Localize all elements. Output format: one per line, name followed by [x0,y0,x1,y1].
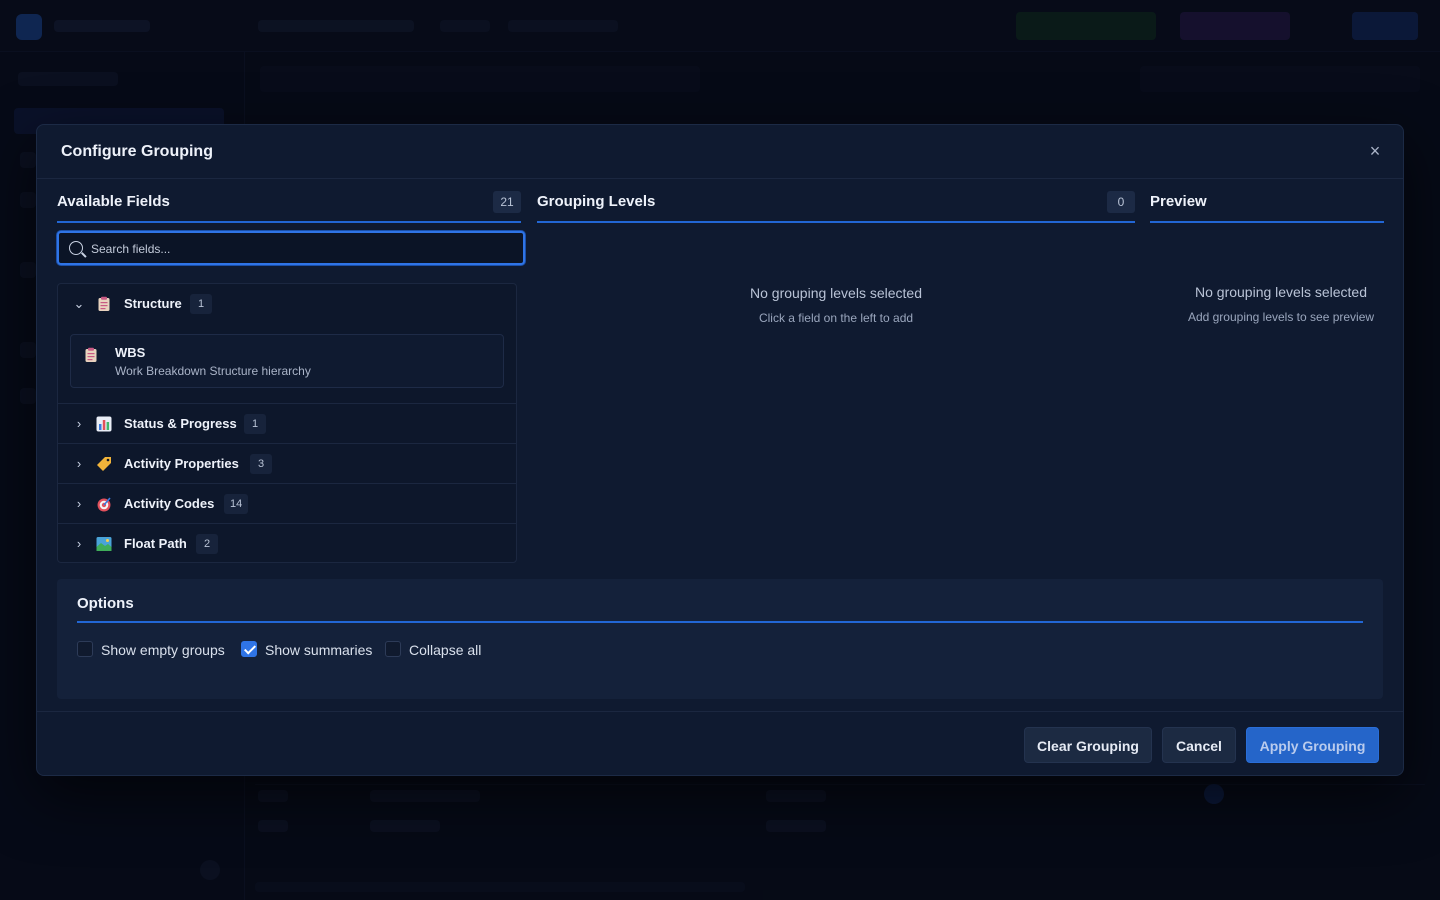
field-description: Work Breakdown Structure hierarchy [115,364,311,378]
chevron-down-icon[interactable]: ⌄ [72,297,86,311]
preview-empty-subtitle: Add grouping levels to see preview [1187,310,1375,324]
group-label: Float Path [124,536,187,551]
preview-empty-title: No grouping levels selected [1195,284,1367,300]
available-fields-count: 21 [493,191,521,213]
checkbox-label: Show empty groups [101,642,225,658]
preview-header: Preview [1150,179,1384,223]
clipboard-icon [96,296,112,312]
collapse-all-checkbox[interactable]: Collapse all [385,639,485,659]
group-count: 1 [244,414,266,434]
show-summaries-checkbox[interactable]: Show summaries [241,639,373,659]
checkbox-box[interactable] [77,641,93,657]
apply-grouping-button[interactable]: Apply Grouping [1246,727,1379,763]
field-item-wbs[interactable]: WBS Work Breakdown Structure hierarchy [70,334,504,388]
chevron-right-icon[interactable]: › [72,417,86,431]
configure-grouping-dialog: Configure Grouping × Available Fields 21… [36,124,1404,776]
group-status-progress[interactable]: › Status & Progress 1 [58,404,516,444]
grouping-levels-count: 0 [1107,191,1135,213]
clipboard-icon [83,347,99,363]
group-label: Structure [124,296,182,311]
dialog-title: Configure Grouping [61,143,213,160]
group-count: 1 [190,294,212,314]
grouping-levels-header: Grouping Levels 0 [537,179,1135,223]
search-field-wrapper [57,231,525,265]
bar-chart-icon [96,416,112,432]
group-label: Activity Properties [124,456,239,471]
group-count: 3 [250,454,272,474]
show-empty-groups-checkbox[interactable]: Show empty groups [77,639,227,659]
checkbox-box[interactable] [241,641,257,657]
group-label: Status & Progress [124,416,237,431]
group-count: 14 [224,494,249,514]
tag-icon [96,456,112,472]
grouping-levels-title: Grouping Levels [537,193,656,210]
landscape-icon [96,536,112,552]
options-panel: Options Show empty groups Show summaries… [57,579,1383,699]
options-title: Options [77,595,134,612]
field-name: WBS [115,345,146,360]
field-group-list: ⌄ Structure 1 WBS Work Breakdown Structu… [57,283,517,563]
checkbox-box[interactable] [385,641,401,657]
cancel-button[interactable]: Cancel [1162,727,1236,763]
chevron-right-icon[interactable]: › [72,457,86,471]
chevron-right-icon[interactable]: › [72,497,86,511]
options-divider [77,621,1363,623]
clear-grouping-button[interactable]: Clear Grouping [1024,727,1152,763]
available-fields-header: Available Fields 21 [57,179,521,223]
group-float-path[interactable]: › Float Path 2 [58,524,516,564]
grouping-levels-empty-title: No grouping levels selected [750,285,922,301]
preview-title: Preview [1150,193,1207,210]
available-fields-title: Available Fields [57,193,170,210]
dialog-footer: Clear Grouping Cancel Apply Grouping [37,711,1403,775]
search-input[interactable] [91,239,511,259]
search-icon [69,241,83,255]
group-activity-properties[interactable]: › Activity Properties 3 [58,444,516,484]
checkbox-label: Show summaries [265,642,373,658]
group-count: 2 [196,534,218,554]
target-icon [96,496,112,512]
chevron-right-icon[interactable]: › [72,537,86,551]
checkbox-label: Collapse all [409,642,482,658]
dialog-header: Configure Grouping × [37,125,1403,179]
group-activity-codes[interactable]: › Activity Codes 14 [58,484,516,524]
close-icon[interactable]: × [1365,141,1385,161]
group-structure[interactable]: ⌄ Structure 1 WBS Work Breakdown Structu… [58,284,516,404]
group-label: Activity Codes [124,496,215,511]
grouping-levels-empty-subtitle: Click a field on the left to add [758,311,914,325]
